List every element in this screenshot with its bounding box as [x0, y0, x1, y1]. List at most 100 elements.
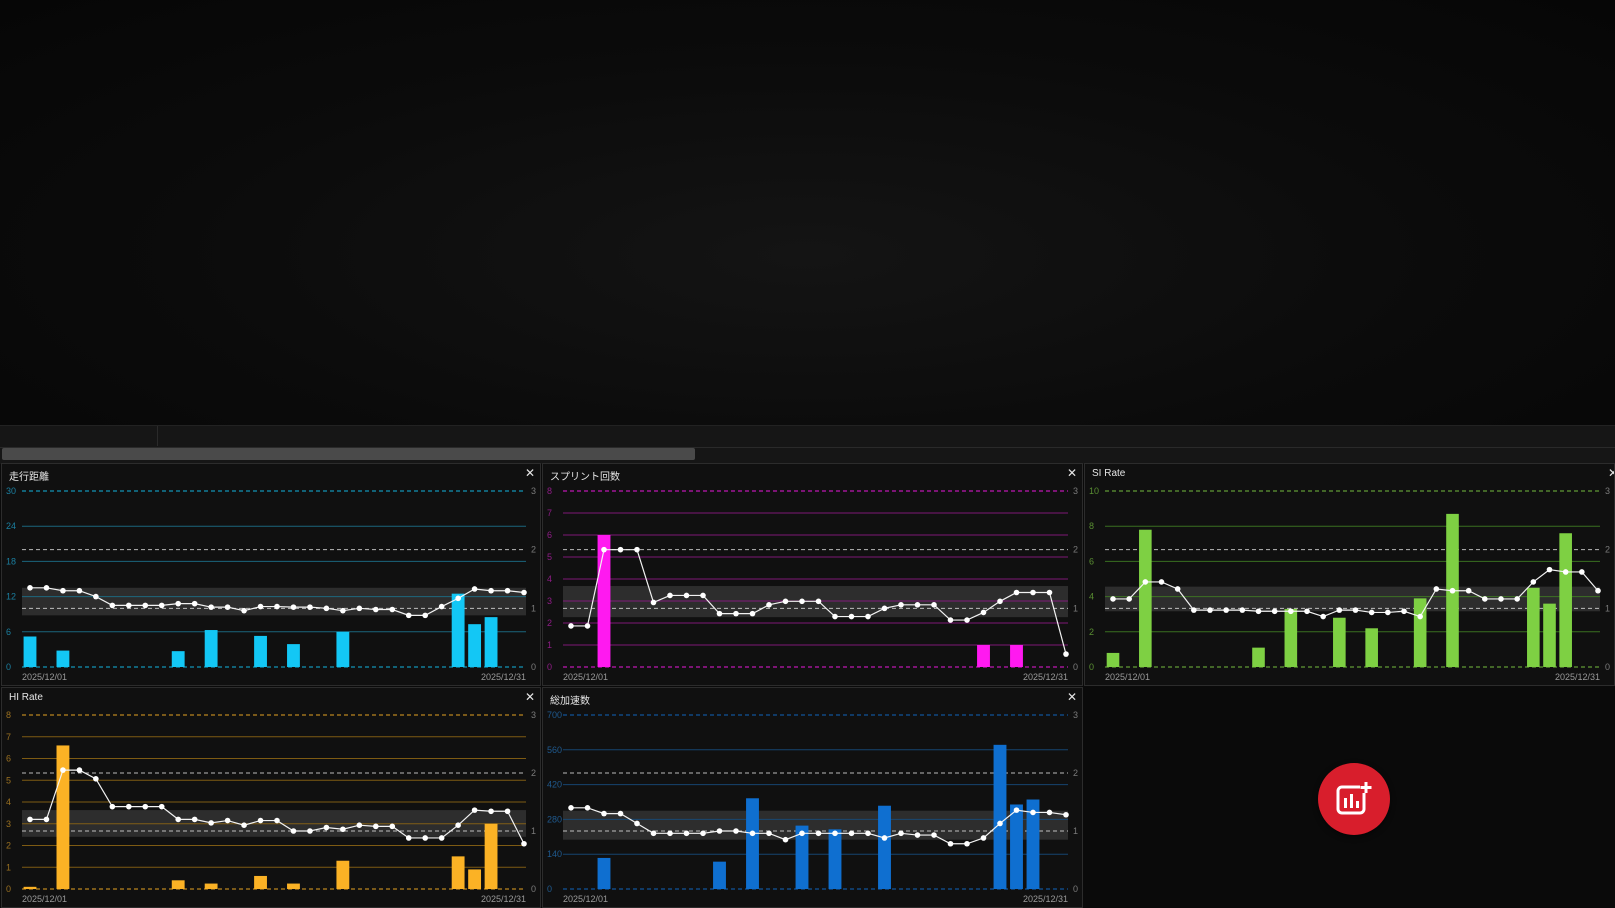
trend-point — [504, 808, 511, 815]
trend-point — [93, 593, 99, 600]
close-panel-button[interactable]: ✕ — [1067, 466, 1077, 480]
panel-title: SI Rate — [1092, 468, 1126, 479]
trend-point — [340, 826, 346, 833]
add-chart-icon — [1336, 781, 1372, 815]
y-tick-label: 0 — [1089, 662, 1094, 672]
trend-point — [405, 835, 412, 841]
trend-point — [1046, 589, 1053, 596]
bar — [336, 631, 350, 667]
chart-svg: 30 24 18 12 6 0 3 2 1 0 2025/12/01 2025/12/31 — [6, 486, 536, 682]
trend-point — [634, 546, 640, 553]
trend-point — [667, 830, 673, 837]
y2-tick-label: 0 — [1605, 662, 1610, 672]
trend-point — [584, 623, 591, 629]
trend-point — [323, 824, 330, 831]
trend-point — [1385, 609, 1391, 616]
y-tick-label: 0 — [6, 884, 11, 894]
y2-tick-label: 2 — [1605, 545, 1610, 555]
y-tick-label: 8 — [547, 486, 552, 496]
y2-tick-label: 0 — [1073, 884, 1078, 894]
trend-point — [241, 607, 247, 614]
trend-point — [1562, 569, 1569, 575]
close-panel-button[interactable]: ✕ — [1067, 690, 1077, 704]
trend-point — [175, 816, 181, 823]
trend-point — [488, 808, 494, 815]
y-tick-label: 2 — [6, 841, 11, 851]
close-panel-button[interactable]: ✕ — [525, 466, 535, 480]
panel-title: HI Rate — [9, 692, 43, 703]
y2-tick-label: 3 — [1073, 486, 1078, 496]
y2-tick-label: 3 — [1605, 486, 1610, 496]
trend-point — [1207, 607, 1213, 613]
trend-point — [76, 587, 83, 594]
trend-point — [191, 816, 198, 823]
panel-title: 走行距離 — [9, 472, 49, 483]
trend-point — [782, 598, 789, 605]
trend-point — [1530, 579, 1537, 585]
trend-point — [1271, 608, 1278, 615]
bar — [484, 617, 498, 667]
trend-point — [617, 810, 624, 817]
trend-point — [1030, 589, 1036, 596]
y-tick-label: 8 — [6, 710, 11, 720]
trend-point — [274, 603, 280, 610]
trend-point — [1046, 809, 1053, 816]
trend-point — [947, 617, 954, 623]
trend-point — [356, 822, 363, 828]
trend-point — [405, 612, 412, 619]
bar — [1527, 587, 1540, 667]
video-viewport — [0, 0, 1615, 425]
timeline-bar[interactable] — [0, 425, 1615, 464]
trend-point — [914, 832, 921, 838]
panel-title: スプリント回数 — [550, 472, 620, 483]
bar — [1559, 533, 1572, 667]
trend-point — [766, 830, 772, 837]
trend-point — [848, 613, 855, 620]
trend-point — [307, 828, 313, 834]
trend-point — [601, 810, 607, 817]
y-tick-label: 0 — [547, 662, 552, 672]
x-start-label: 2025/12/01 — [563, 672, 608, 682]
trend-point — [1030, 809, 1036, 816]
bar — [746, 798, 759, 889]
y-tick-label: 3 — [6, 819, 11, 829]
x-end-label: 2025/12/31 — [481, 894, 526, 904]
trend-point — [389, 823, 396, 830]
x-end-label: 2025/12/31 — [481, 672, 526, 682]
trend-point — [175, 600, 181, 607]
chart-svg: 8 7 6 5 4 3 2 1 0 3 2 1 0 2025/12/01 2025/12/31 — [6, 710, 536, 904]
close-panel-button[interactable]: ✕ — [1608, 466, 1614, 480]
y-tick-label: 6 — [6, 754, 11, 764]
y-tick-label: 4 — [547, 574, 552, 584]
bar — [1010, 645, 1023, 667]
trend-point — [733, 828, 739, 834]
y2-tick-label: 1 — [1073, 603, 1078, 613]
add-chart-button[interactable] — [1318, 763, 1390, 835]
trend-point — [191, 600, 198, 607]
trend-point — [997, 598, 1003, 605]
trend-point — [274, 817, 280, 824]
y-tick-label: 4 — [6, 797, 11, 807]
close-panel-button[interactable]: ✕ — [525, 690, 535, 704]
chart-panel-sprint: 8 7 6 5 4 3 2 1 0 3 2 1 0 2025/12/01 2025/12/31 スプリント回… — [542, 463, 1083, 686]
y-tick-label: 280 — [547, 814, 562, 824]
y-tick-label: 2 — [547, 618, 552, 628]
y2-tick-label: 3 — [1073, 710, 1078, 720]
trend-point — [931, 602, 937, 608]
y-tick-label: 6 — [6, 627, 11, 637]
bar — [993, 744, 1007, 889]
trend-point — [997, 820, 1003, 827]
y-tick-label: 18 — [6, 556, 16, 566]
bar — [878, 805, 891, 889]
bar — [287, 883, 300, 889]
trend-point — [471, 807, 478, 813]
timeline-scrollbar-thumb[interactable] — [2, 448, 695, 460]
bar — [977, 645, 990, 667]
bar — [451, 856, 465, 889]
y-tick-label: 2 — [1089, 627, 1094, 637]
bar — [287, 644, 300, 667]
trend-point — [667, 592, 673, 599]
chart-svg: 8 7 6 5 4 3 2 1 0 3 2 1 0 2025/12/01 2025/12/31 — [547, 486, 1078, 682]
trend-point — [617, 546, 624, 553]
trend-point — [1433, 586, 1440, 592]
